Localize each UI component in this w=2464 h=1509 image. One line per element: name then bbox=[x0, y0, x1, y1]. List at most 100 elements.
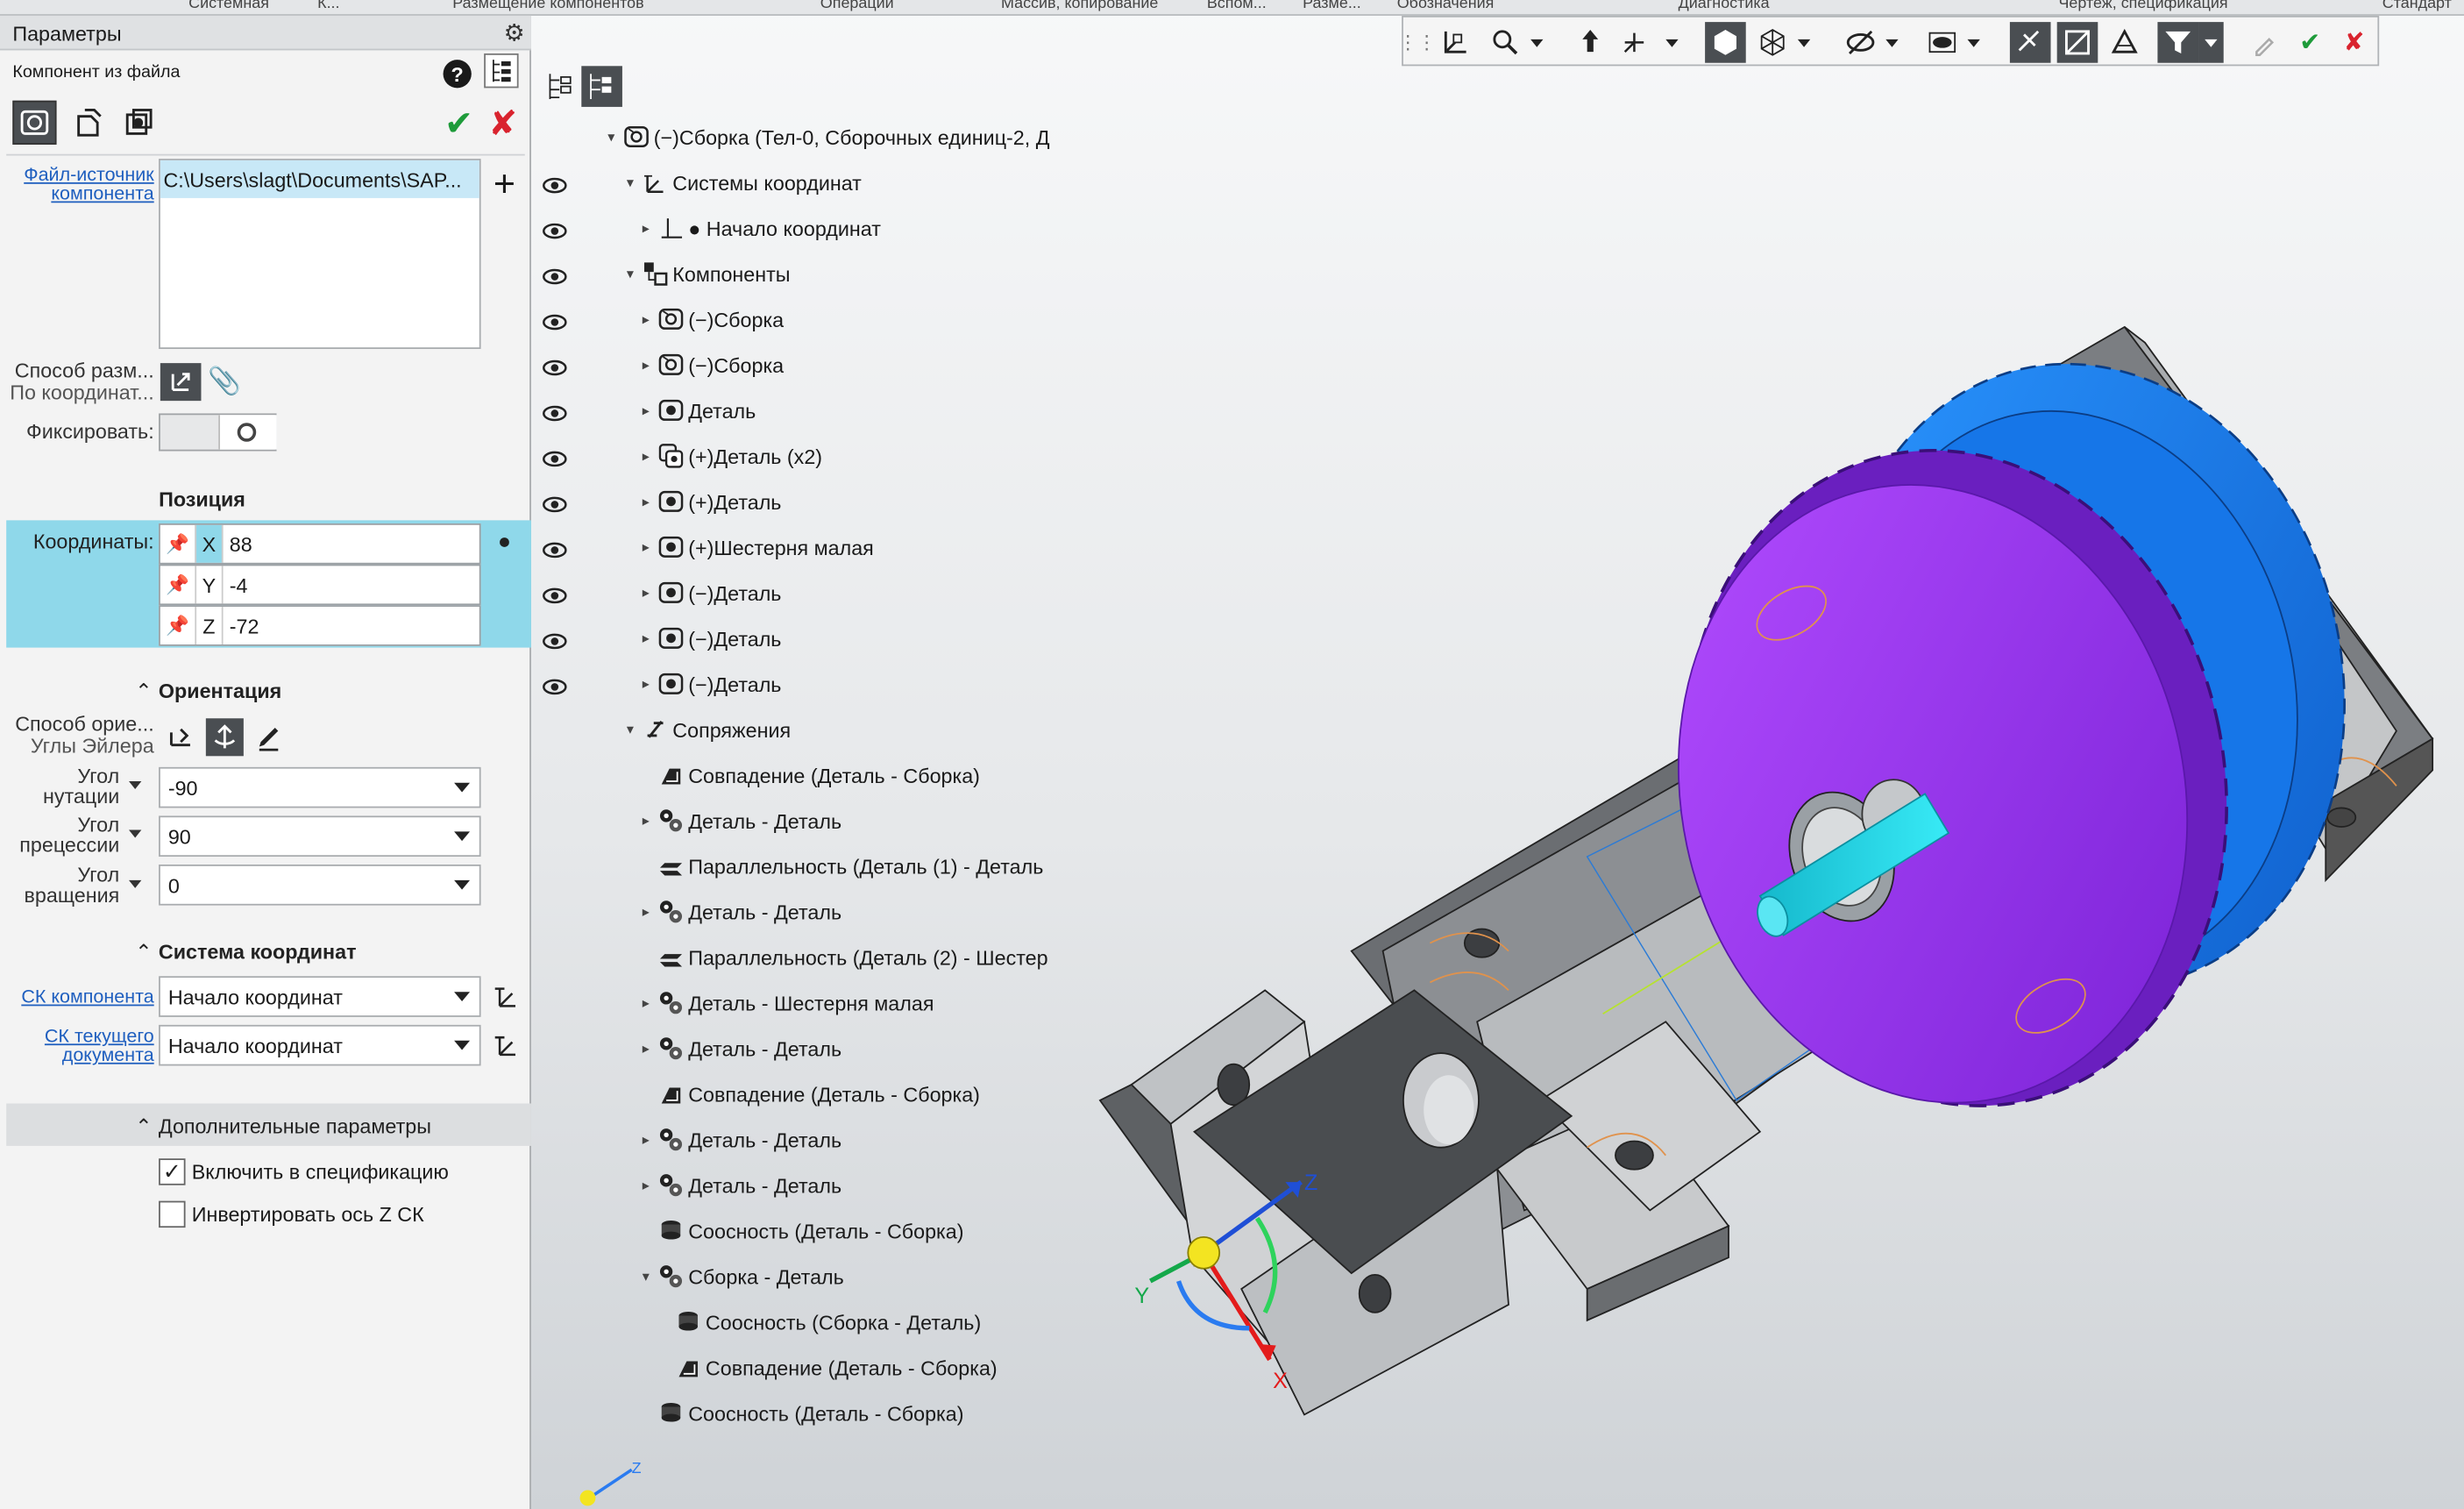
invert-z-checkbox[interactable] bbox=[159, 1200, 186, 1228]
expand-closed-icon[interactable]: ▸ bbox=[638, 356, 654, 374]
expand-closed-icon[interactable]: ▸ bbox=[638, 630, 654, 647]
extra-params-header[interactable]: ⌃ Дополнительные параметры bbox=[135, 1114, 431, 1140]
cs-document-link-1[interactable]: СК текущего bbox=[10, 1027, 154, 1046]
chevron-down-icon[interactable] bbox=[454, 782, 471, 793]
visibility-eye-icon[interactable] bbox=[542, 539, 567, 559]
cs-document-link-2[interactable]: документа bbox=[10, 1045, 154, 1064]
tree-node[interactable]: Параллельность (Деталь (1) - Деталь bbox=[638, 849, 1043, 883]
attach-icon[interactable]: 📎 bbox=[208, 365, 242, 399]
ribbon-group-label[interactable]: Обозначения bbox=[1397, 0, 1495, 12]
ribbon-group-label[interactable]: Вспом... bbox=[1207, 0, 1267, 12]
visibility-eye-icon[interactable] bbox=[542, 585, 567, 604]
cancel-button[interactable]: ✘ bbox=[486, 103, 520, 143]
coord-z-field[interactable]: 📌 Z -72 bbox=[159, 605, 481, 646]
visibility-icon[interactable] bbox=[1922, 22, 1963, 63]
add-file-icon[interactable]: + bbox=[487, 163, 522, 205]
expand-closed-icon[interactable]: ▸ bbox=[638, 812, 654, 829]
chevron-down-icon[interactable] bbox=[2198, 22, 2224, 63]
chevron-down-icon[interactable] bbox=[129, 829, 142, 838]
tree-node[interactable]: ▸ (−)Деталь bbox=[638, 621, 782, 655]
tree-node[interactable]: ▸ Деталь - Деталь bbox=[638, 894, 841, 929]
tree-node[interactable]: ▾ Сборка - Деталь bbox=[638, 1259, 844, 1293]
expand-closed-icon[interactable]: ▸ bbox=[638, 1040, 654, 1057]
orient-by-axes-icon[interactable] bbox=[163, 720, 197, 754]
section-view-icon[interactable] bbox=[2056, 22, 2098, 63]
source-file-item[interactable]: C:\Users\slagt\Documents\SAP... bbox=[160, 160, 479, 198]
expand-closed-icon[interactable]: ▸ bbox=[638, 402, 654, 419]
3d-viewport[interactable]: Z X Y bbox=[1069, 283, 2464, 1509]
hide-icon[interactable] bbox=[1840, 22, 1881, 63]
ribbon-group-label[interactable]: Операции bbox=[820, 0, 894, 12]
chevron-down-icon[interactable] bbox=[454, 879, 471, 890]
expand-closed-icon[interactable]: ▸ bbox=[638, 447, 654, 465]
wireframe-view-icon[interactable] bbox=[1752, 22, 1793, 63]
expand-closed-icon[interactable]: ▸ bbox=[638, 493, 654, 510]
expand-closed-icon[interactable]: ▸ bbox=[638, 219, 654, 237]
expand-closed-icon[interactable]: ▸ bbox=[638, 584, 654, 601]
zoom-icon[interactable] bbox=[1485, 22, 1526, 63]
shaded-view-icon[interactable] bbox=[1705, 22, 1746, 63]
chevron-down-icon[interactable] bbox=[129, 879, 142, 888]
gear-icon[interactable]: ⚙ bbox=[504, 19, 525, 46]
tree-node[interactable]: Соосность (Сборка - Деталь) bbox=[656, 1305, 981, 1339]
ribbon-group-label[interactable]: Стандарт bbox=[2382, 0, 2452, 12]
expand-closed-icon[interactable]: ▸ bbox=[638, 994, 654, 1012]
chevron-down-icon[interactable] bbox=[1661, 22, 1683, 63]
grip-icon[interactable]: ⋮⋮ bbox=[1399, 22, 1437, 63]
tree-node[interactable]: Совпадение (Деталь - Сборка) bbox=[656, 1350, 998, 1384]
new-component-icon[interactable] bbox=[66, 101, 110, 145]
pick-cs-icon[interactable] bbox=[489, 979, 523, 1014]
render-icon[interactable] bbox=[2104, 22, 2145, 63]
tree-node[interactable]: Совпадение (Деталь - Сборка) bbox=[638, 1077, 980, 1111]
tree-node[interactable]: ▸ ● Начало координат bbox=[638, 210, 881, 245]
ribbon-group-label[interactable]: К... bbox=[317, 0, 339, 12]
ribbon-group-label[interactable]: Разме... bbox=[1303, 0, 1361, 12]
tree-node[interactable]: Совпадение (Деталь - Сборка) bbox=[638, 758, 980, 792]
chevron-down-icon[interactable] bbox=[1526, 22, 1548, 63]
expand-open-icon[interactable]: ▾ bbox=[622, 174, 638, 191]
tree-node[interactable]: ▸ (−)Деталь bbox=[638, 575, 782, 609]
tree-node[interactable]: ▾ Сопряжения bbox=[622, 712, 791, 746]
pin-icon[interactable]: 📌 bbox=[160, 615, 195, 637]
visibility-eye-icon[interactable] bbox=[542, 448, 567, 467]
chevron-down-icon[interactable] bbox=[129, 780, 142, 789]
chevron-down-icon[interactable] bbox=[1963, 22, 1985, 63]
expand-closed-icon[interactable]: ▸ bbox=[638, 1177, 654, 1194]
fix-toggle[interactable] bbox=[159, 413, 277, 452]
chevron-down-icon[interactable] bbox=[454, 992, 471, 1001]
tree-node[interactable]: ▸ Деталь - Деталь bbox=[638, 1168, 841, 1202]
filter-icon[interactable] bbox=[2157, 22, 2199, 63]
precession-select[interactable]: 90 bbox=[159, 815, 481, 858]
ribbon-group-label[interactable]: Массив, копирование bbox=[1001, 0, 1158, 12]
tree-node[interactable]: ▸ Деталь bbox=[638, 393, 756, 427]
visibility-eye-icon[interactable] bbox=[542, 174, 567, 194]
tree-node[interactable]: Соосность (Деталь - Сборка) bbox=[638, 1214, 964, 1248]
tree-node[interactable]: ▸ (−)Деталь bbox=[638, 666, 782, 701]
expand-closed-icon[interactable]: ▸ bbox=[638, 310, 654, 328]
cs-header[interactable]: ⌃ Система координат bbox=[135, 940, 356, 965]
orientation-header[interactable]: ⌃ Ориентация bbox=[135, 679, 281, 704]
tree-node[interactable]: Параллельность (Деталь (2) - Шестер bbox=[638, 940, 1048, 974]
chevron-down-icon[interactable] bbox=[1881, 22, 1903, 63]
visibility-eye-icon[interactable] bbox=[542, 220, 567, 239]
bullet-icon[interactable] bbox=[500, 537, 509, 547]
visibility-eye-icon[interactable] bbox=[542, 676, 567, 695]
expand-open-icon[interactable]: ▾ bbox=[622, 265, 638, 282]
pick-cs-icon[interactable] bbox=[489, 1028, 523, 1062]
visibility-eye-icon[interactable] bbox=[542, 402, 567, 422]
tree-node[interactable]: ▸ Деталь - Шестерня малая bbox=[638, 986, 934, 1020]
pin-icon[interactable]: 📌 bbox=[160, 573, 195, 595]
tree-panel-icon[interactable] bbox=[484, 53, 519, 89]
tree-node[interactable]: ▸ Деталь - Деталь bbox=[638, 1031, 841, 1065]
tree-node[interactable]: ▸ (+)Деталь (x2) bbox=[638, 438, 822, 473]
chevron-down-icon[interactable] bbox=[454, 831, 471, 842]
rotate-view-icon[interactable] bbox=[1570, 22, 1611, 63]
component-from-file-icon[interactable] bbox=[12, 100, 57, 145]
visibility-eye-icon[interactable] bbox=[542, 357, 567, 376]
pipette-icon[interactable] bbox=[2246, 22, 2287, 63]
source-file-link[interactable]: Файл-источник компонента bbox=[12, 165, 153, 203]
expand-closed-icon[interactable]: ▸ bbox=[638, 1131, 654, 1149]
tree-node[interactable]: ▸ Деталь - Деталь bbox=[638, 1122, 841, 1157]
expand-open-icon[interactable]: ▾ bbox=[603, 128, 619, 146]
apply-icon[interactable]: ✔ bbox=[2290, 22, 2331, 63]
